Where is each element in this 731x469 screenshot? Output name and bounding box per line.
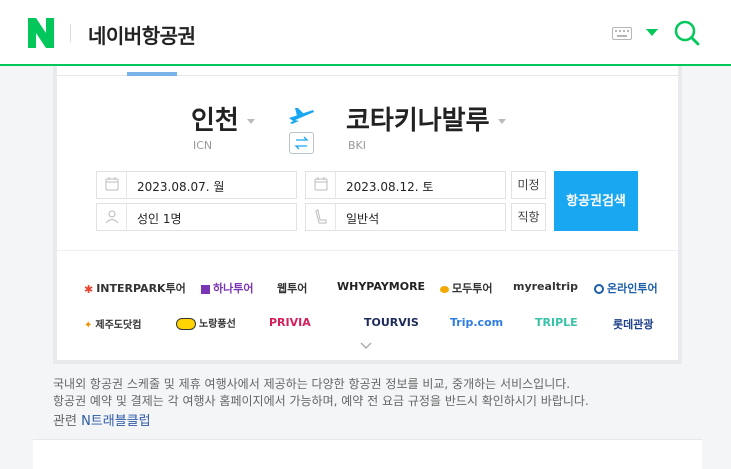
calendar-icon [306, 172, 336, 198]
related-links: 관련 N트래블클럽 [53, 410, 151, 429]
return-date-field[interactable]: 2023.08.12. 토 [305, 171, 506, 199]
partner-label: 제주도닷컴 [95, 320, 142, 331]
partner-interpark[interactable]: ✱ INTERPARK투어 [84, 280, 186, 296]
tab-active-indicator[interactable] [127, 72, 177, 76]
partner-tourvis[interactable]: TOURVIS [364, 316, 419, 329]
partner-myrealtrip[interactable]: myrealtrip [513, 280, 578, 293]
destination-city[interactable]: 코타키나발루 [346, 100, 506, 137]
partner-label: 웹투어 [277, 282, 308, 295]
service-description: 국내외 항공권 스케줄 및 제휴 여행사에서 제공하는 다양한 항공권 정보를 … [53, 376, 693, 410]
related-label: 관련 [53, 414, 77, 429]
partner-whypaymore[interactable]: WHYPAYMORE [337, 280, 425, 293]
return-date-value: 2023.08.12. 토 [346, 180, 434, 194]
destination-code: BKI [348, 139, 367, 152]
airplane-icon [289, 108, 314, 124]
partner-lottetour[interactable]: 롯데관광 [613, 316, 653, 332]
undecided-button[interactable]: 미정 [511, 171, 546, 199]
header-divider [70, 24, 71, 42]
partner-label: 모두투어 [452, 282, 493, 295]
seat-class-field[interactable]: 일반석 [305, 203, 506, 231]
section-divider [57, 250, 678, 251]
related-link-ntravelclub[interactable]: N트래블클럽 [81, 414, 151, 429]
destination-city-label: 코타키나발루 [346, 106, 490, 136]
origin-city-label: 인천 [191, 106, 239, 136]
partner-label: 롯데관광 [613, 318, 654, 331]
search-flights-button[interactable]: 항공권검색 [554, 171, 638, 231]
chevron-down-icon[interactable] [646, 29, 658, 36]
partner-label: 하나투어 [213, 282, 254, 295]
partner-yellowballoon[interactable]: 노랑풍선 [176, 315, 236, 330]
destination-dropdown-icon [497, 119, 506, 124]
partner-hanatour[interactable]: 하나투어 [201, 280, 253, 296]
partner-label: PRIVIA [269, 316, 311, 329]
person-icon [97, 204, 127, 230]
top-bar: 네이버항공권 [0, 0, 731, 66]
next-section-card [33, 439, 702, 469]
description-line: 국내외 항공권 스케줄 및 제휴 여행사에서 제공하는 다양한 항공권 정보를 … [53, 377, 571, 391]
origin-code: ICN [193, 139, 213, 152]
partner-tripcom[interactable]: Trip.com [450, 316, 503, 329]
keyboard-icon[interactable] [612, 27, 632, 40]
seat-icon [306, 204, 336, 230]
partner-onlinetour[interactable]: 온라인투어 [594, 280, 658, 296]
origin-city[interactable]: 인천 [191, 100, 255, 137]
partner-label: WHYPAYMORE [337, 280, 426, 293]
partner-label: TOURVIS [364, 316, 419, 329]
passenger-value: 성인 1명 [137, 212, 182, 226]
calendar-icon [97, 172, 127, 198]
seat-class-value: 일반석 [346, 212, 380, 226]
partner-label: 온라인투어 [607, 282, 658, 295]
direct-flight-button[interactable]: 직항 [511, 203, 546, 231]
page-title[interactable]: 네이버항공권 [88, 20, 196, 49]
swap-icon [294, 136, 309, 150]
swap-route-button[interactable] [289, 132, 314, 154]
origin-dropdown-icon [246, 119, 255, 124]
partner-label: TRIPLE [535, 316, 578, 329]
partner-label: myrealtrip [513, 280, 579, 293]
partner-triple[interactable]: TRIPLE [535, 316, 578, 329]
partner-modetour[interactable]: 모두투어 [440, 280, 492, 296]
chevron-down-icon[interactable] [360, 342, 372, 350]
partner-webtour[interactable]: 웹투어 [277, 280, 307, 296]
depart-date-field[interactable]: 2023.08.07. 월 [96, 171, 297, 199]
partner-label: 노랑풍선 [199, 319, 236, 330]
partner-jejudo[interactable]: ✦ 제주도닷컴 [84, 316, 142, 332]
passenger-field[interactable]: 성인 1명 [96, 203, 297, 231]
partner-label: INTERPARK투어 [96, 282, 186, 295]
description-line: 항공권 예약 및 결제는 각 여행사 홈페이지에서 가능하며, 예약 전 요금 … [53, 394, 589, 408]
search-icon[interactable] [674, 20, 700, 46]
depart-date-value: 2023.08.07. 월 [137, 180, 225, 194]
partner-privia[interactable]: PRIVIA [269, 316, 311, 329]
naver-logo-icon[interactable] [28, 18, 54, 48]
partner-label: Trip.com [450, 316, 504, 329]
